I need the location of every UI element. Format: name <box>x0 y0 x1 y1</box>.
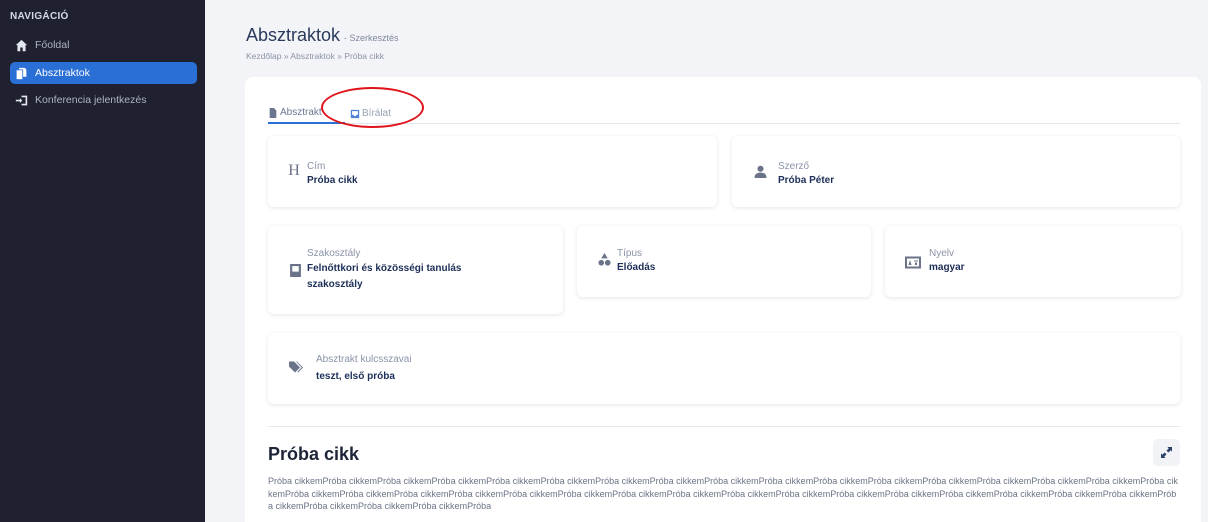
page-subtitle: - Szerkesztés <box>344 33 399 43</box>
sidebar-item-absztraktok[interactable]: Absztraktok <box>10 62 197 84</box>
page-title-text: Absztraktok <box>246 25 341 45</box>
expand-icon <box>1161 447 1172 458</box>
field-tipus: Típus Előadás <box>577 226 871 297</box>
user-icon <box>753 164 767 178</box>
field-value: Felnőttkori és közösségi tanulás szakosz… <box>307 261 461 293</box>
field-szerzo: Szerző Próba Péter <box>732 136 1180 207</box>
field-nyelv: Nyelv magyar <box>885 226 1181 297</box>
nav-heading: NAVIGÁCIÓ <box>10 11 69 22</box>
divider <box>268 426 1180 427</box>
tags-icon <box>289 360 303 374</box>
field-value-line: szakosztály <box>307 279 363 290</box>
field-cim: H Cím Próba cikk <box>268 136 717 207</box>
sidebar-item-label: Konferencia jelentkezés <box>35 94 147 106</box>
field-value: magyar <box>929 262 965 273</box>
field-value: Próba cikk <box>307 175 358 186</box>
sidebar-item-label: Főoldal <box>35 39 70 51</box>
sidebar-item-fooldal[interactable]: Főoldal <box>10 34 197 56</box>
language-icon <box>905 255 921 269</box>
article-body: Próba cikkemPróba cikkemPróba cikkemPrób… <box>268 476 1178 511</box>
sidebar: NAVIGÁCIÓ Főoldal Absztraktok Konferenci… <box>0 0 205 522</box>
article-title: Próba cikk <box>268 444 360 464</box>
field-label: Típus <box>617 248 643 259</box>
tab-label: Absztrakt <box>280 107 322 118</box>
field-label: Szakosztály <box>307 248 361 259</box>
documents-icon <box>14 66 28 80</box>
sidebar-item-konferencia[interactable]: Konferencia jelentkezés <box>10 89 197 111</box>
breadcrumb[interactable]: Kezdőlap » Absztraktok » Próba cikk <box>246 51 384 61</box>
register-icon <box>14 93 28 107</box>
field-value: teszt, első próba <box>316 371 395 382</box>
sidebar-item-label: Absztraktok <box>35 67 90 79</box>
expand-button[interactable] <box>1153 439 1180 466</box>
field-szakosztaly: Szakosztály Felnőttkori és közösségi tan… <box>268 226 563 314</box>
field-value: Próba Péter <box>778 175 835 186</box>
annotation-circle <box>321 87 424 128</box>
field-value-line: Felnőttkori és közösségi tanulás <box>307 263 462 274</box>
heading-icon: H <box>288 162 300 179</box>
field-label: Absztrakt kulcsszavai <box>316 354 412 365</box>
document-icon <box>269 107 277 118</box>
field-value: Előadás <box>617 262 656 273</box>
field-label: Cím <box>307 161 326 172</box>
page-title: Absztraktok - Szerkesztés <box>246 25 399 46</box>
book-icon <box>288 263 302 277</box>
field-label: Nyelv <box>929 248 955 259</box>
field-label: Szerző <box>778 161 810 172</box>
field-kulcsszavak: Absztrakt kulcsszavai teszt, első próba <box>268 333 1180 404</box>
shapes-icon <box>597 252 611 266</box>
home-icon <box>14 38 28 52</box>
